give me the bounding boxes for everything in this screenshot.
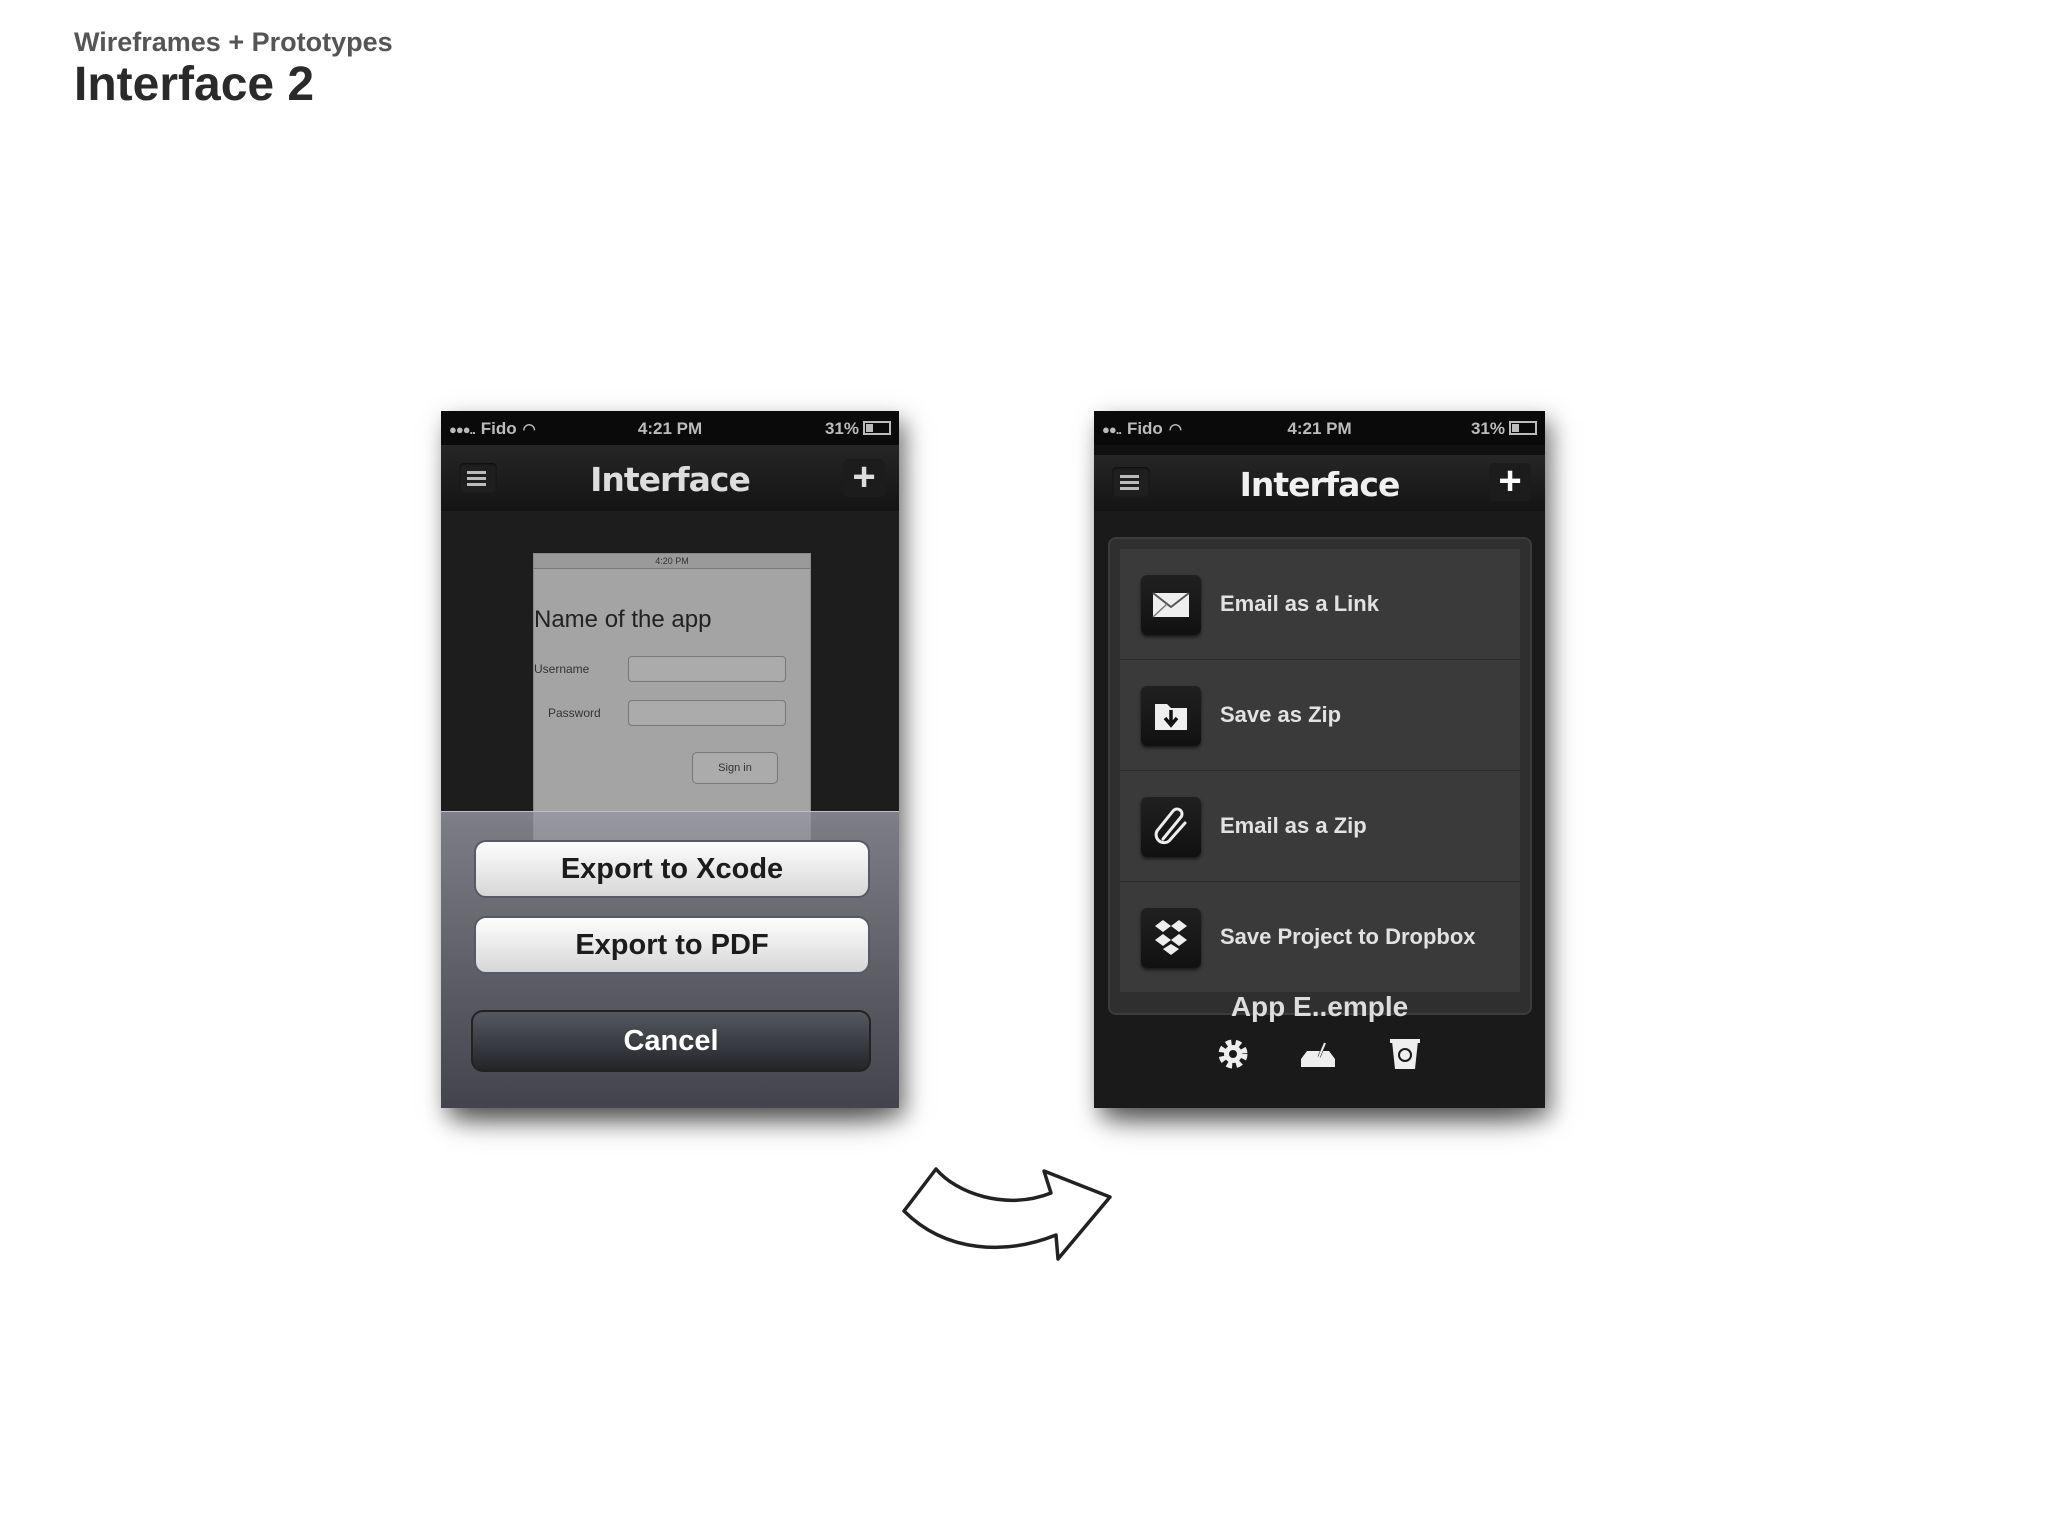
action-sheet: Export to Xcode Export to PDF Cancel	[441, 811, 899, 1108]
share-item-email-zip[interactable]: Email as a Zip	[1120, 771, 1520, 882]
plus-icon[interactable]: +	[1489, 461, 1531, 501]
cancel-button[interactable]: Cancel	[471, 1010, 871, 1072]
share-menu: Email as a Link Save as Zip Email as a Z…	[1108, 537, 1532, 1015]
app-title-label: App E..emple	[1230, 991, 1409, 1022]
battery-percent: 31%	[824, 419, 859, 438]
preview-status-bar: 4:20 PM	[534, 554, 810, 569]
envelope-icon	[1141, 575, 1201, 635]
interface-preview: 4:20 PM Name of the app Username Passwor…	[533, 553, 811, 855]
battery-icon	[863, 421, 891, 435]
phone-screenshot-export-sheet: ●●●.. Fido ◠ 4:21 PM 31% Interface + 4:20 …	[441, 411, 899, 1108]
share-item-label: Save as Zip	[1220, 702, 1342, 727]
slide-title: Interface 2	[74, 58, 315, 111]
phone-screenshot-share-menu: ●●.. Fido ◠ 4:21 PM 31% Interface + Email …	[1094, 411, 1545, 1108]
recycle-bin-icon[interactable]	[1384, 1033, 1426, 1075]
status-bar: ●●●.. Fido ◠ 4:21 PM 31%	[441, 411, 899, 445]
nav-title: Interface	[590, 460, 751, 499]
nav-bar: Interface +	[441, 445, 899, 512]
gear-icon[interactable]	[1212, 1033, 1254, 1075]
export-tray-icon[interactable]	[1297, 1033, 1339, 1075]
nav-bar: Interface +	[1094, 455, 1545, 512]
share-item-label: Email as a Link	[1220, 591, 1379, 616]
preview-username-field	[628, 656, 786, 682]
dropbox-icon	[1141, 908, 1201, 968]
share-item-email-link[interactable]: Email as a Link	[1120, 549, 1520, 660]
slide-header: Wireframes + Prototypes Interface 2	[74, 26, 393, 112]
share-item-label: Save Project to Dropbox	[1220, 924, 1476, 949]
share-item-label: Email as a Zip	[1220, 813, 1367, 838]
preview-title: Name of the app	[534, 606, 712, 633]
paperclip-icon	[1141, 797, 1201, 857]
nav-title: Interface	[1239, 465, 1401, 504]
preview-username-label: Username	[534, 662, 590, 676]
export-xcode-button[interactable]: Export to Xcode	[474, 840, 870, 898]
preview-password-field	[628, 700, 786, 726]
plus-icon[interactable]: +	[843, 457, 885, 497]
slide-subtitle: Wireframes + Prototypes	[74, 27, 393, 57]
preview-signin-button: Sign in	[692, 752, 778, 784]
status-bar: ●●.. Fido ◠ 4:21 PM 31%	[1094, 411, 1545, 445]
preview-password-label: Password	[548, 706, 601, 720]
curved-arrow-icon	[902, 1167, 1112, 1261]
export-pdf-button[interactable]: Export to PDF	[474, 916, 870, 974]
battery-percent: 31%	[1470, 419, 1505, 438]
battery-icon	[1509, 421, 1537, 435]
share-item-save-zip[interactable]: Save as Zip	[1120, 660, 1520, 771]
share-item-dropbox[interactable]: Save Project to Dropbox	[1120, 882, 1520, 992]
download-folder-icon	[1141, 686, 1201, 746]
